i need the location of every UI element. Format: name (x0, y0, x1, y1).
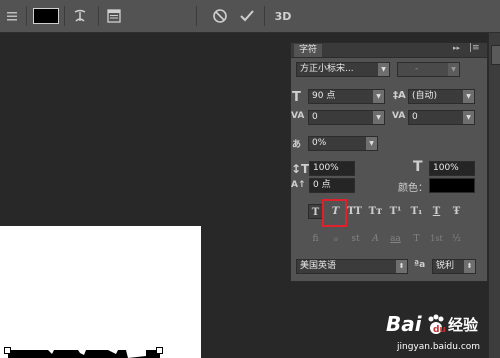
antialias-value: 锐利 (436, 261, 455, 271)
tsume-value: 0% (312, 138, 327, 148)
kerning-field[interactable]: 0 ▼ (308, 110, 385, 125)
vertical-scale-icon: ↕T (291, 162, 310, 176)
titling-alternates-button[interactable]: aa (388, 232, 403, 246)
font-style-select[interactable]: - ▼ (397, 62, 460, 77)
color-swatch-fill (33, 8, 59, 24)
leading-value: (自动) (412, 91, 438, 101)
small-caps-button[interactable]: Tт (368, 204, 383, 219)
discretionary-ligatures-button[interactable]: ℴ (328, 232, 343, 246)
font-size-value: 90 点 (312, 91, 336, 101)
chevron-down-icon: ▼ (373, 111, 384, 124)
chevron-down-icon: ▼ (448, 63, 459, 76)
panel-menu-icon[interactable]: |≡ (469, 43, 480, 53)
dock-button[interactable] (491, 45, 500, 65)
color-swatch[interactable] (429, 178, 475, 193)
horizontal-scale-field[interactable]: 100% (429, 161, 475, 176)
superscript-button[interactable]: T¹ (388, 204, 403, 219)
highlight-annotation (322, 199, 347, 227)
stylistic-alternates-button[interactable]: A (368, 232, 383, 246)
kerning-icon: VA (291, 111, 305, 121)
warp-text-icon[interactable] (70, 6, 90, 26)
commit-icon[interactable] (237, 6, 257, 26)
baseline-shift-field[interactable]: 0 点 (309, 178, 355, 193)
chevron-updown-icon: ⬍ (464, 260, 475, 273)
strikethrough-button[interactable]: Ŧ (449, 204, 464, 219)
document-canvas[interactable] (0, 226, 201, 358)
tracking-value: 0 (412, 112, 418, 122)
tsume-icon: あ (292, 140, 302, 150)
vertical-scale-field[interactable]: 100% (309, 161, 355, 176)
all-caps-button[interactable]: TT (347, 204, 362, 219)
ligatures-button[interactable]: fi (308, 232, 323, 246)
watermark-suffix: 经验 (448, 316, 479, 334)
paw-icon: du (426, 314, 446, 339)
chevron-down-icon: ▼ (463, 111, 474, 124)
options-bar: 3D (0, 0, 500, 33)
tracking-icon: VA (392, 111, 406, 121)
menu-icon[interactable] (4, 6, 20, 26)
cancel-icon[interactable] (210, 6, 230, 26)
transform-handle[interactable] (156, 347, 163, 354)
faux-bold-button[interactable]: T (308, 204, 323, 219)
baseline-shift-icon: A↑ (291, 180, 306, 190)
vertical-scale-value: 100% (313, 163, 339, 173)
tsume-field[interactable]: 0% ▼ (308, 136, 378, 151)
font-family-select[interactable]: 方正小标宋... ▼ (296, 62, 390, 77)
watermark: Bai du 经验 jingyan.baidu.com (352, 310, 500, 358)
watermark-brand: Bai (386, 312, 422, 336)
fractions-button[interactable]: ½ (449, 232, 464, 246)
antialias-select[interactable]: 锐利 ⬍ (432, 259, 476, 274)
leading-icon: ‡A (393, 90, 406, 101)
horizontal-scale-icon: T (413, 159, 423, 175)
horizontal-scale-value: 100% (433, 163, 459, 173)
collapse-icon[interactable]: ▸▸ (453, 44, 460, 52)
chevron-down-icon: ▼ (463, 90, 474, 103)
language-select[interactable]: 美国英语 ⬍ (296, 259, 408, 274)
font-size-icon: T (292, 90, 301, 105)
tracking-field[interactable]: 0 ▼ (408, 110, 475, 125)
font-size-field[interactable]: 90 点 ▼ (308, 89, 385, 104)
transform-handle[interactable] (4, 347, 11, 354)
ordinals-button[interactable]: T (409, 232, 424, 246)
3d-button[interactable]: 3D (272, 6, 294, 26)
text-layer[interactable] (8, 350, 160, 358)
antialias-icon: ªa (414, 260, 426, 270)
kerning-value: 0 (312, 112, 318, 122)
underline-button[interactable]: T (429, 204, 444, 219)
baseline-shift-value: 0 点 (313, 180, 331, 190)
chevron-down-icon: ▼ (366, 137, 377, 150)
font-family-value: 方正小标宋... (300, 64, 354, 74)
leading-field[interactable]: (自动) ▼ (408, 89, 475, 104)
svg-text:du: du (433, 325, 446, 335)
tab-character[interactable]: 字符 (294, 44, 323, 57)
panel-toggle-icon[interactable] (104, 6, 124, 26)
text-color-swatch[interactable] (33, 6, 59, 26)
ordinal-st-button[interactable]: 1st (429, 232, 444, 246)
watermark-url: jingyan.baidu.com (397, 342, 481, 352)
language-value: 美国英语 (300, 261, 337, 271)
chevron-down-icon: ▼ (373, 90, 384, 103)
swash-button[interactable]: st (348, 232, 363, 246)
panel-tab-bar: 字符 ▸▸ |≡ (291, 43, 487, 58)
chevron-down-icon: ▼ (378, 63, 389, 76)
font-style-value: - (415, 64, 419, 74)
color-label: 颜色： (398, 183, 428, 194)
chevron-updown-icon: ⬍ (396, 260, 407, 273)
subscript-button[interactable]: T₁ (409, 204, 424, 219)
